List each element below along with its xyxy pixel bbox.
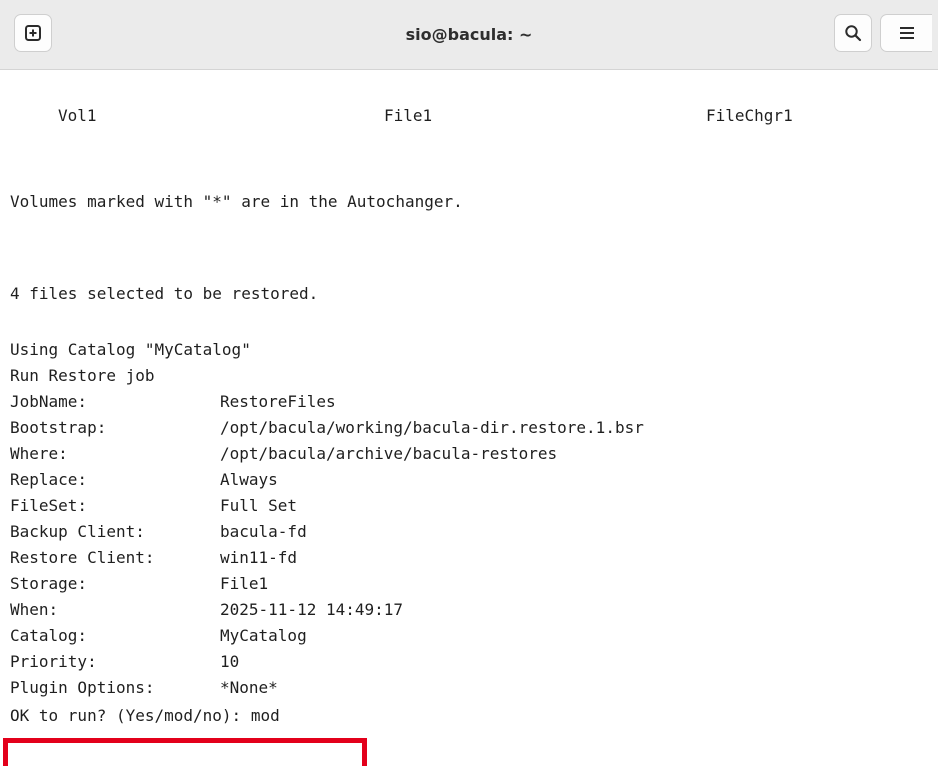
job-field-value: RestoreFiles: [220, 392, 336, 411]
run-confirmation-prompt[interactable]: OK to run? (Yes/mod/no): mod: [10, 706, 280, 726]
job-field-value: 10: [220, 652, 240, 671]
job-field-key: Where:: [10, 444, 68, 463]
job-field-value: /opt/bacula/working/bacula-dir.restore.1…: [220, 418, 644, 437]
job-field-value: bacula-fd: [220, 522, 307, 541]
job-field-row: When: 2025-11-12 14:49:17: [10, 600, 910, 620]
job-field-value: Full Set: [220, 496, 298, 515]
job-field-row: Catalog: MyCatalog: [10, 626, 910, 646]
menu-button[interactable]: [880, 14, 932, 52]
job-field-row: Replace: Always: [10, 470, 910, 490]
volume-name: Vol1: [58, 106, 97, 125]
job-field-key: Plugin Options:: [10, 678, 155, 697]
job-field-value: Always: [220, 470, 278, 489]
job-field-row: Bootstrap: /opt/bacula/working/bacula-di…: [10, 418, 910, 438]
job-field-value: MyCatalog: [220, 626, 307, 645]
job-field-key: Backup Client:: [10, 522, 145, 541]
job-field-key: FileSet:: [10, 496, 88, 515]
job-field-key: Restore Client:: [10, 548, 155, 567]
job-field-value: *None*: [220, 678, 278, 697]
job-field-key: Catalog:: [10, 626, 88, 645]
volume-row: Vol1 File1 FileChgr1: [10, 106, 910, 126]
job-field-row: Storage: File1: [10, 574, 910, 594]
job-field-row: Backup Client: bacula-fd: [10, 522, 910, 542]
job-field-key: Storage:: [10, 574, 88, 593]
prompt-highlight-box: [3, 738, 367, 766]
job-field-key: JobName:: [10, 392, 88, 411]
job-field-value: /opt/bacula/archive/bacula-restores: [220, 444, 558, 463]
volume-storage: File1: [384, 106, 433, 125]
job-field-value: win11-fd: [220, 548, 298, 567]
volume-device: FileChgr1: [706, 106, 793, 125]
job-field-row: Plugin Options: *None*: [10, 678, 910, 698]
terminal-title-bar: sio@bacula: ~: [0, 0, 938, 70]
hamburger-menu-icon: [899, 27, 914, 39]
job-field-key: Replace:: [10, 470, 88, 489]
job-field-key: Bootstrap:: [10, 418, 107, 437]
search-icon: [845, 25, 862, 42]
job-field-key: Priority:: [10, 652, 97, 671]
window-title: sio@bacula: ~: [405, 25, 533, 44]
job-field-row: Restore Client: win11-fd: [10, 548, 910, 568]
job-field-row: Priority: 10: [10, 652, 910, 672]
run-restore-line: Run Restore job: [10, 366, 155, 385]
job-field-row: Where: /opt/bacula/archive/bacula-restor…: [10, 444, 910, 464]
job-field-key: When:: [10, 600, 59, 619]
using-catalog-line: Using Catalog "MyCatalog": [10, 340, 251, 359]
search-button[interactable]: [834, 14, 872, 52]
job-field-value: 2025-11-12 14:49:17: [220, 600, 404, 619]
job-field-value: File1: [220, 574, 269, 593]
autochanger-note: Volumes marked with "*" are in the Autoc…: [10, 192, 463, 211]
job-field-row: FileSet: Full Set: [10, 496, 910, 516]
job-field-row: JobName: RestoreFiles: [10, 392, 910, 412]
terminal-output[interactable]: Vol1 File1 FileChgr1 Volumes marked with…: [0, 70, 938, 767]
files-selected-line: 4 files selected to be restored.: [10, 284, 319, 303]
